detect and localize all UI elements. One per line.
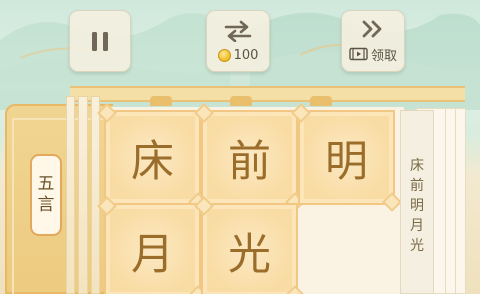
book-spine — [66, 96, 100, 294]
tile-character: 明 — [325, 136, 368, 187]
tile-character: 月 — [131, 229, 174, 280]
poem-type-label: 五 言 — [30, 154, 62, 236]
claim-label: 领取 — [370, 48, 397, 64]
swap-button[interactable]: 100 — [206, 10, 270, 72]
pause-icon — [92, 31, 108, 51]
poem-type-char: 言 — [37, 195, 55, 215]
swap-cost-value: 100 — [233, 47, 259, 63]
skip-level-button[interactable]: 领取 — [341, 10, 405, 72]
scroll-rod — [70, 86, 465, 102]
word-tile[interactable]: 明 — [298, 110, 395, 205]
answer-char: 前 — [410, 178, 424, 194]
answer-char: 床 — [410, 158, 424, 174]
tile-character: 前 — [228, 136, 271, 187]
pause-button[interactable] — [69, 10, 131, 72]
answer-char: 明 — [410, 198, 424, 214]
word-tile[interactable]: 光 — [201, 203, 298, 294]
word-tile[interactable]: 月 — [104, 203, 201, 294]
rod-knob — [230, 96, 252, 106]
rod-knob — [150, 96, 172, 106]
word-tile[interactable]: 前 — [201, 110, 298, 205]
answer-char: 光 — [410, 238, 424, 254]
tile-character: 光 — [228, 229, 271, 280]
swap-cost: 100 — [217, 47, 259, 63]
answer-column: 床 前 明 月 光 — [400, 110, 434, 294]
fast-forward-icon — [362, 20, 382, 37]
claim-reward: 领取 — [349, 45, 397, 64]
tile-character: 床 — [131, 136, 174, 187]
coin-icon — [217, 48, 231, 62]
poem-type-char: 五 — [37, 174, 55, 194]
word-tile[interactable]: 床 — [104, 110, 201, 205]
word-board: 床 前 明 月 光 — [104, 107, 404, 294]
swap-arrows-icon — [224, 20, 252, 42]
answer-char: 月 — [410, 218, 424, 234]
rod-knob — [310, 96, 332, 106]
video-ad-icon — [349, 47, 368, 61]
